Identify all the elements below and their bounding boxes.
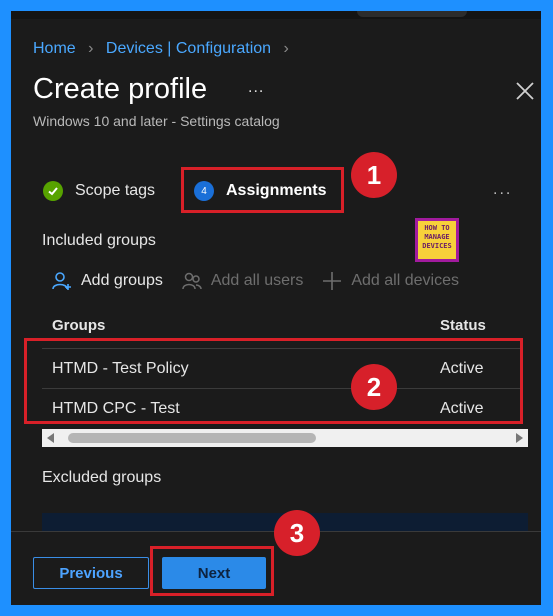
- breadcrumb-home[interactable]: Home: [33, 40, 76, 57]
- top-bar: [11, 11, 541, 19]
- callout-marker-3: 3: [274, 510, 320, 556]
- column-header-groups[interactable]: Groups: [52, 317, 105, 334]
- add-groups-button[interactable]: Add groups: [51, 270, 163, 292]
- highlight-box-assignments: [181, 167, 344, 213]
- highlight-box-next: [150, 546, 274, 596]
- callout-marker-2: 2: [351, 364, 397, 410]
- included-actions-toolbar: Add groups Add all users Add all devices: [51, 269, 477, 293]
- logo-line: MANAGE: [424, 233, 450, 241]
- add-all-users-button[interactable]: Add all users: [181, 270, 304, 292]
- add-groups-label: Add groups: [81, 272, 163, 289]
- excluded-groups-heading: Excluded groups: [42, 469, 162, 486]
- scroll-left-icon[interactable]: [47, 433, 54, 443]
- breadcrumb-devices-configuration[interactable]: Devices | Configuration: [106, 40, 271, 57]
- add-all-devices-label: Add all devices: [351, 272, 459, 289]
- add-all-users-label: Add all users: [210, 272, 304, 289]
- logo-line: HOW TO: [424, 224, 450, 232]
- horizontal-scrollbar[interactable]: [42, 429, 528, 447]
- previous-button[interactable]: Previous: [33, 557, 149, 589]
- scrollbar-thumb[interactable]: [68, 433, 316, 443]
- breadcrumb-separator-icon: ›: [88, 40, 94, 57]
- plus-icon: [323, 272, 342, 290]
- breadcrumb-separator-icon: ›: [283, 40, 289, 57]
- users-icon: [182, 272, 202, 290]
- included-groups-heading: Included groups: [42, 232, 156, 249]
- top-bar-handle: [357, 11, 467, 17]
- add-all-devices-button[interactable]: Add all devices: [321, 270, 459, 292]
- highlight-box-groups: [24, 338, 523, 424]
- step-label: Scope tags: [75, 182, 156, 199]
- breadcrumb: Home › Devices | Configuration ›: [33, 40, 297, 58]
- step-scope-tags[interactable]: Scope tags: [43, 179, 155, 203]
- title-more-button[interactable]: ...: [248, 79, 264, 97]
- steps-more-button[interactable]: ...: [493, 181, 512, 199]
- logo-line: DEVICES: [422, 242, 452, 250]
- column-header-status[interactable]: Status: [440, 317, 486, 334]
- scroll-right-icon[interactable]: [516, 433, 523, 443]
- how-to-manage-devices-logo: HOW TO MANAGE DEVICES: [415, 218, 459, 262]
- add-user-icon: [52, 272, 71, 290]
- close-icon[interactable]: [513, 79, 537, 103]
- create-profile-panel: Home › Devices | Configuration › Create …: [11, 11, 541, 605]
- callout-marker-1: 1: [351, 152, 397, 198]
- page-title: Create profile: [33, 73, 208, 105]
- page-subtitle: Windows 10 and later - Settings catalog: [33, 113, 280, 129]
- checkmark-icon: [43, 181, 63, 201]
